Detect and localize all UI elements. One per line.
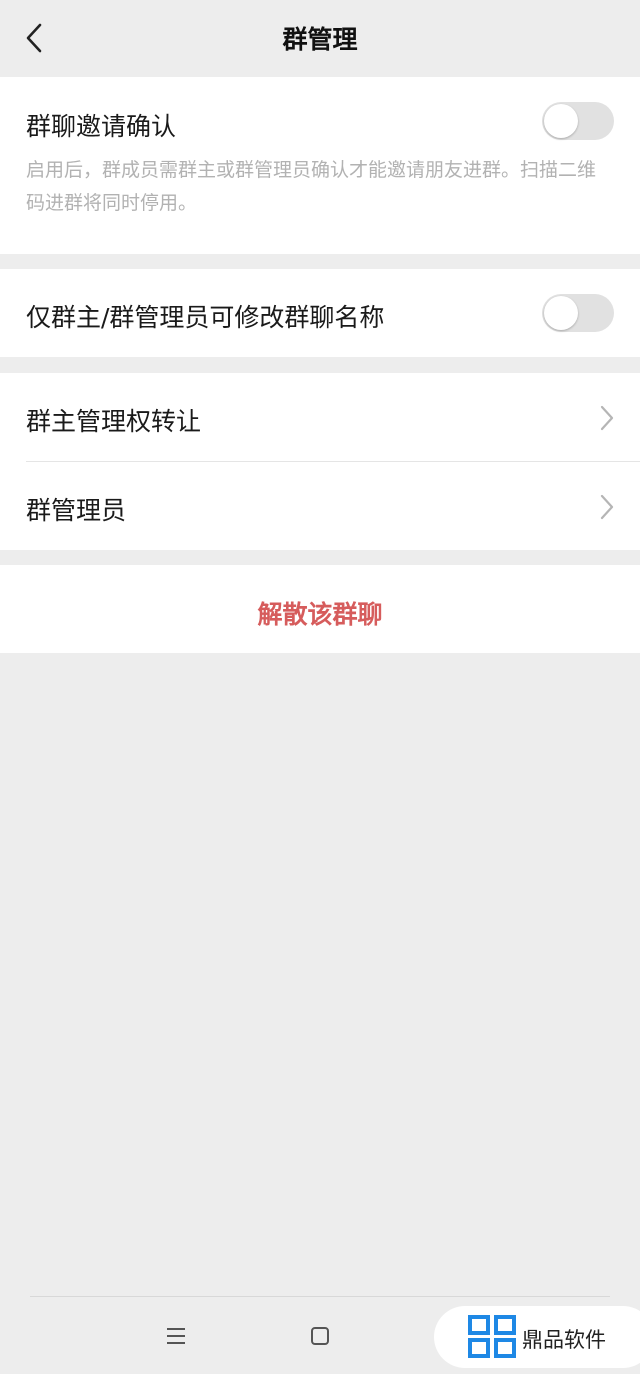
invite-confirm-description: 启用后，群成员需群主或群管理员确认才能邀请朋友进群。扫描二维码进群将同时停用。 <box>26 159 597 214</box>
watermark-text: 鼎品软件 <box>522 1328 606 1352</box>
menu-button[interactable] <box>158 1318 194 1354</box>
rename-restrict-label: 仅群主/群管理员可修改群聊名称 <box>26 303 385 332</box>
nav-divider <box>30 1296 610 1297</box>
toggle-knob <box>544 296 578 330</box>
toggle-knob <box>544 104 578 138</box>
transfer-owner-label: 群主管理权转让 <box>26 407 202 436</box>
admins-label: 群管理员 <box>26 496 127 525</box>
page-title: 群管理 <box>282 25 358 54</box>
admin-menu-section: 群主管理权转让 群管理员 <box>0 373 640 550</box>
title-bar: 群管理 <box>0 0 640 76</box>
chevron-right-icon <box>600 405 614 431</box>
rename-restrict-toggle[interactable] <box>542 294 614 332</box>
dissolve-group-button[interactable]: 解散该群聊 <box>0 565 640 653</box>
rename-restrict-section: 仅群主/群管理员可修改群聊名称 <box>0 269 640 357</box>
invite-confirm-label: 群聊邀请确认 <box>26 112 177 141</box>
invite-confirm-section: 群聊邀请确认 启用后，群成员需群主或群管理员确认才能邀请朋友进群。扫描二维码进群… <box>0 77 640 254</box>
admins-row[interactable]: 群管理员 <box>0 462 640 551</box>
chevron-right-icon <box>600 494 614 520</box>
invite-confirm-toggle[interactable] <box>542 102 614 140</box>
watermark-badge: 鼎品软件 <box>434 1306 640 1368</box>
dissolve-group-label: 解散该群聊 <box>257 600 383 629</box>
menu-icon <box>167 1328 185 1344</box>
transfer-owner-row[interactable]: 群主管理权转让 <box>0 373 640 462</box>
watermark-logo-icon <box>468 1315 516 1358</box>
home-square-icon <box>311 1327 329 1345</box>
home-button[interactable] <box>302 1318 338 1354</box>
